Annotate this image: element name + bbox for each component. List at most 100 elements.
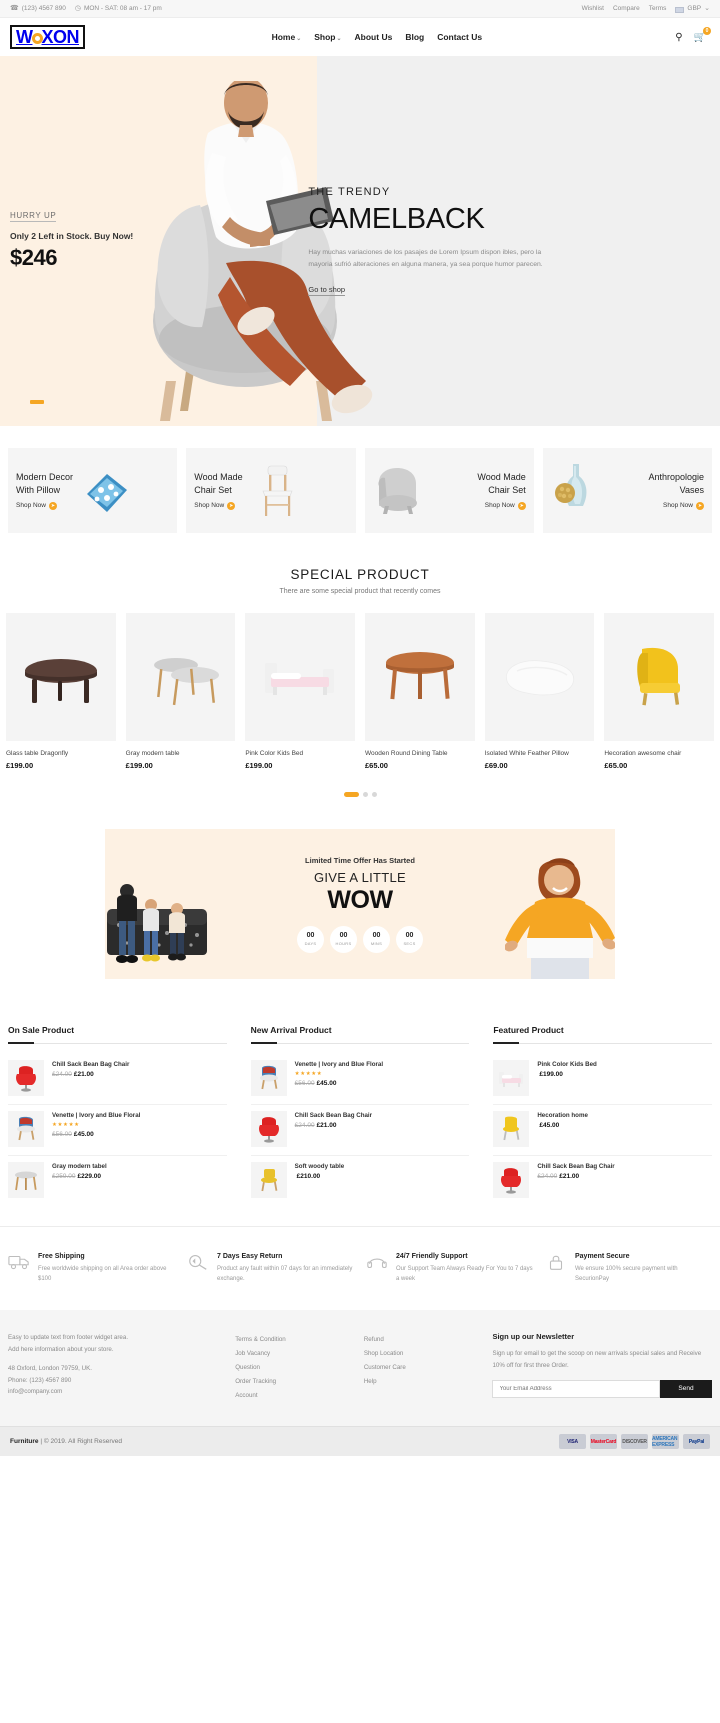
footer-link-terms-condition[interactable]: Terms & Condition — [235, 1332, 348, 1346]
list-item[interactable]: Chill Sack Bean Bag Chair £24.00 £21.00 — [493, 1156, 712, 1206]
pink-kids-bed-image — [499, 1072, 524, 1087]
newsletter-form: Send — [492, 1379, 712, 1398]
product-prices: £24.00 £21.00 — [537, 1173, 614, 1180]
pink-kids-bed-image — [265, 663, 335, 695]
product-card[interactable]: Glass table Dragonfly £199.00 — [6, 613, 116, 770]
currency-selector[interactable]: GBP ⌄ — [675, 5, 710, 13]
hero-eyebrow: THE TRENDY — [308, 186, 391, 199]
hero-slider-dots[interactable] — [30, 400, 44, 404]
product-thumbnail — [8, 1060, 44, 1096]
search-icon[interactable]: ⚲ — [675, 32, 682, 43]
hero-price: $246 — [10, 245, 57, 270]
nav-item-contact-us[interactable]: Contact Us — [437, 32, 482, 42]
footer-link-refund[interactable]: Refund — [364, 1332, 477, 1346]
list-item[interactable]: Hecoration home £45.00 — [493, 1105, 713, 1156]
product-info: Pink Color Kids Bed £199.00 — [537, 1060, 596, 1096]
product-name: Gray modern table — [125, 750, 180, 757]
compare-link[interactable]: Compare — [613, 5, 640, 12]
hero-slider-dot[interactable] — [30, 400, 44, 404]
terms-link[interactable]: Terms — [649, 5, 667, 12]
product-image-wrap — [604, 613, 715, 741]
product-card[interactable]: Pink Color Kids Bed £199.00 — [245, 613, 356, 770]
nav-item-blog[interactable]: Blog — [405, 32, 424, 42]
carousel-dot-1[interactable] — [343, 792, 359, 797]
list-item[interactable]: Venette | Ivory and Blue Floral ★★★★★ £5… — [8, 1105, 227, 1156]
list-item[interactable]: Soft woody table £210.00 — [250, 1156, 470, 1206]
promo-banner: Limited Time Offer Has Started GIVE A LI… — [105, 829, 615, 979]
hero-cta-link[interactable]: Go to shop — [308, 285, 346, 296]
product-name: Chill Sack Bean Bag Chair — [537, 1163, 615, 1170]
category-shop-now[interactable]: Shop Now ➤ — [16, 501, 73, 510]
service-description: Product any fault within 07 days for an … — [217, 1266, 353, 1283]
product-thumbnail — [8, 1111, 44, 1147]
product-card[interactable]: Wooden Round Dining Table £65.00 — [365, 613, 475, 770]
list-item[interactable]: Pink Color Kids Bed £199.00 — [493, 1054, 713, 1105]
category-title-line2: With Pillow — [16, 484, 61, 495]
shop-now-label: Shop Now — [16, 502, 46, 510]
nav-label: Shop — [314, 32, 336, 42]
wooden-round-table-image — [385, 652, 454, 700]
site-logo[interactable]: W XON — [10, 25, 86, 49]
hero-title: CAMELBACK — [308, 203, 485, 236]
product-card[interactable]: Gray modern table £199.00 — [125, 613, 236, 770]
product-old-price: £56.00 — [294, 1080, 315, 1087]
column-new-arrival-product: New Arrival Product Venette | Ivory and … — [250, 1025, 470, 1206]
pillow-image — [87, 473, 128, 512]
list-item[interactable]: Chill Sack Bean Bag Chair £24.00 £21.00 — [250, 1105, 470, 1156]
product-old-price: £259.00 — [52, 1173, 76, 1180]
product-info: Venette | Ivory and Blue Floral ★★★★★ £5… — [295, 1060, 383, 1096]
newsletter-send-button[interactable]: Send — [660, 1379, 712, 1398]
promo-banner-section: Limited Time Offer Has Started GIVE A LI… — [0, 797, 720, 979]
product-prices: £210.00 — [295, 1173, 345, 1180]
nav-item-shop[interactable]: Shop⌄ — [314, 32, 341, 42]
category-card-anthropologie-vases[interactable]: Anthropologie Vases Shop Now ➤ — [542, 448, 712, 533]
category-card-wood-chair-set-2[interactable]: Wood Made Chair Set Shop Now ➤ — [364, 448, 534, 533]
product-card[interactable]: Hecoration awesome chair £65.00 — [604, 613, 715, 770]
product-rating: ★★★★★ — [52, 1122, 80, 1128]
footer-link-shop-location[interactable]: Shop Location — [364, 1346, 477, 1360]
shop-now-label: Shop Now — [194, 502, 225, 510]
footer-phone: Phone: (123) 4567 890 — [8, 1376, 72, 1384]
top-bar-right: Wishlist Compare Terms GBP ⌄ — [582, 5, 710, 13]
column-heading: Featured Product — [493, 1025, 564, 1035]
product-card[interactable]: Isolated White Feather Pillow £69.00 — [484, 613, 595, 770]
cart-icon[interactable]: 🛒 0 — [694, 26, 711, 43]
footer-link-job-vacancy[interactable]: Job Vacancy — [235, 1346, 348, 1360]
opening-hours: MON - SAT: 08 am - 17 pm — [83, 5, 162, 12]
service-payment-secure: Payment Secure We ensure 100% secure pay… — [545, 1253, 712, 1284]
hero-left-content: HURRY UP Only 2 Left in Stock. Buy Now! … — [0, 56, 302, 426]
footer-link-help[interactable]: Help — [364, 1374, 477, 1388]
product-old-price: £56.00 — [52, 1131, 72, 1138]
footer-link-question[interactable]: Question — [235, 1360, 348, 1374]
column-on-sale-product: On Sale Product Chill Sack Bean Bag Chai… — [8, 1025, 227, 1206]
category-shop-now[interactable]: Shop Now ➤ — [477, 501, 526, 510]
product-price: £65.00 — [365, 761, 388, 770]
product-price: £45.00 — [73, 1131, 94, 1138]
category-card-modern-decor[interactable]: Modern Decor With Pillow Shop Now ➤ — [8, 448, 178, 533]
happy-woman-image — [505, 858, 615, 979]
dark-coffee-table-image — [24, 659, 97, 703]
footer-link-account[interactable]: Account — [235, 1388, 348, 1402]
category-title-line2: Chair Set — [488, 484, 526, 495]
footer-link-customer-care[interactable]: Customer Care — [364, 1360, 477, 1374]
list-item[interactable]: Chill Sack Bean Bag Chair £24.00 £21.00 — [8, 1054, 227, 1105]
special-carousel-dots[interactable] — [0, 770, 720, 797]
carousel-dot-3[interactable] — [371, 792, 377, 797]
copyright-text: Furniture | © 2019. All Right Reserved — [10, 1438, 122, 1445]
list-item[interactable]: Gray modern tabel £259.00 £229.00 — [8, 1156, 227, 1206]
nav-item-about-us[interactable]: About Us — [355, 32, 393, 42]
nav-item-home[interactable]: Home⌄ — [272, 32, 302, 42]
currency-label: GBP — [687, 5, 702, 12]
wishlist-link[interactable]: Wishlist — [582, 5, 604, 12]
list-item[interactable]: Venette | Ivory and Blue Floral ★★★★★ £5… — [250, 1054, 470, 1105]
phone-info: ☎ (123) 4567 890 — [10, 5, 66, 12]
product-name: Gray modern tabel — [52, 1163, 107, 1170]
carousel-dot-2[interactable] — [362, 792, 368, 797]
footer-link-order-tracking[interactable]: Order Tracking — [235, 1374, 348, 1388]
service-description: Our Support Team Always Ready For You to… — [396, 1266, 533, 1283]
category-shop-now[interactable]: Shop Now ➤ — [194, 501, 242, 510]
separator: | — [40, 1438, 43, 1446]
category-shop-now[interactable]: Shop Now ➤ — [648, 501, 704, 510]
category-card-wood-chair-set-1[interactable]: Wood Made Chair Set Shop Now ➤ — [186, 448, 356, 533]
newsletter-email-input[interactable] — [492, 1379, 660, 1398]
